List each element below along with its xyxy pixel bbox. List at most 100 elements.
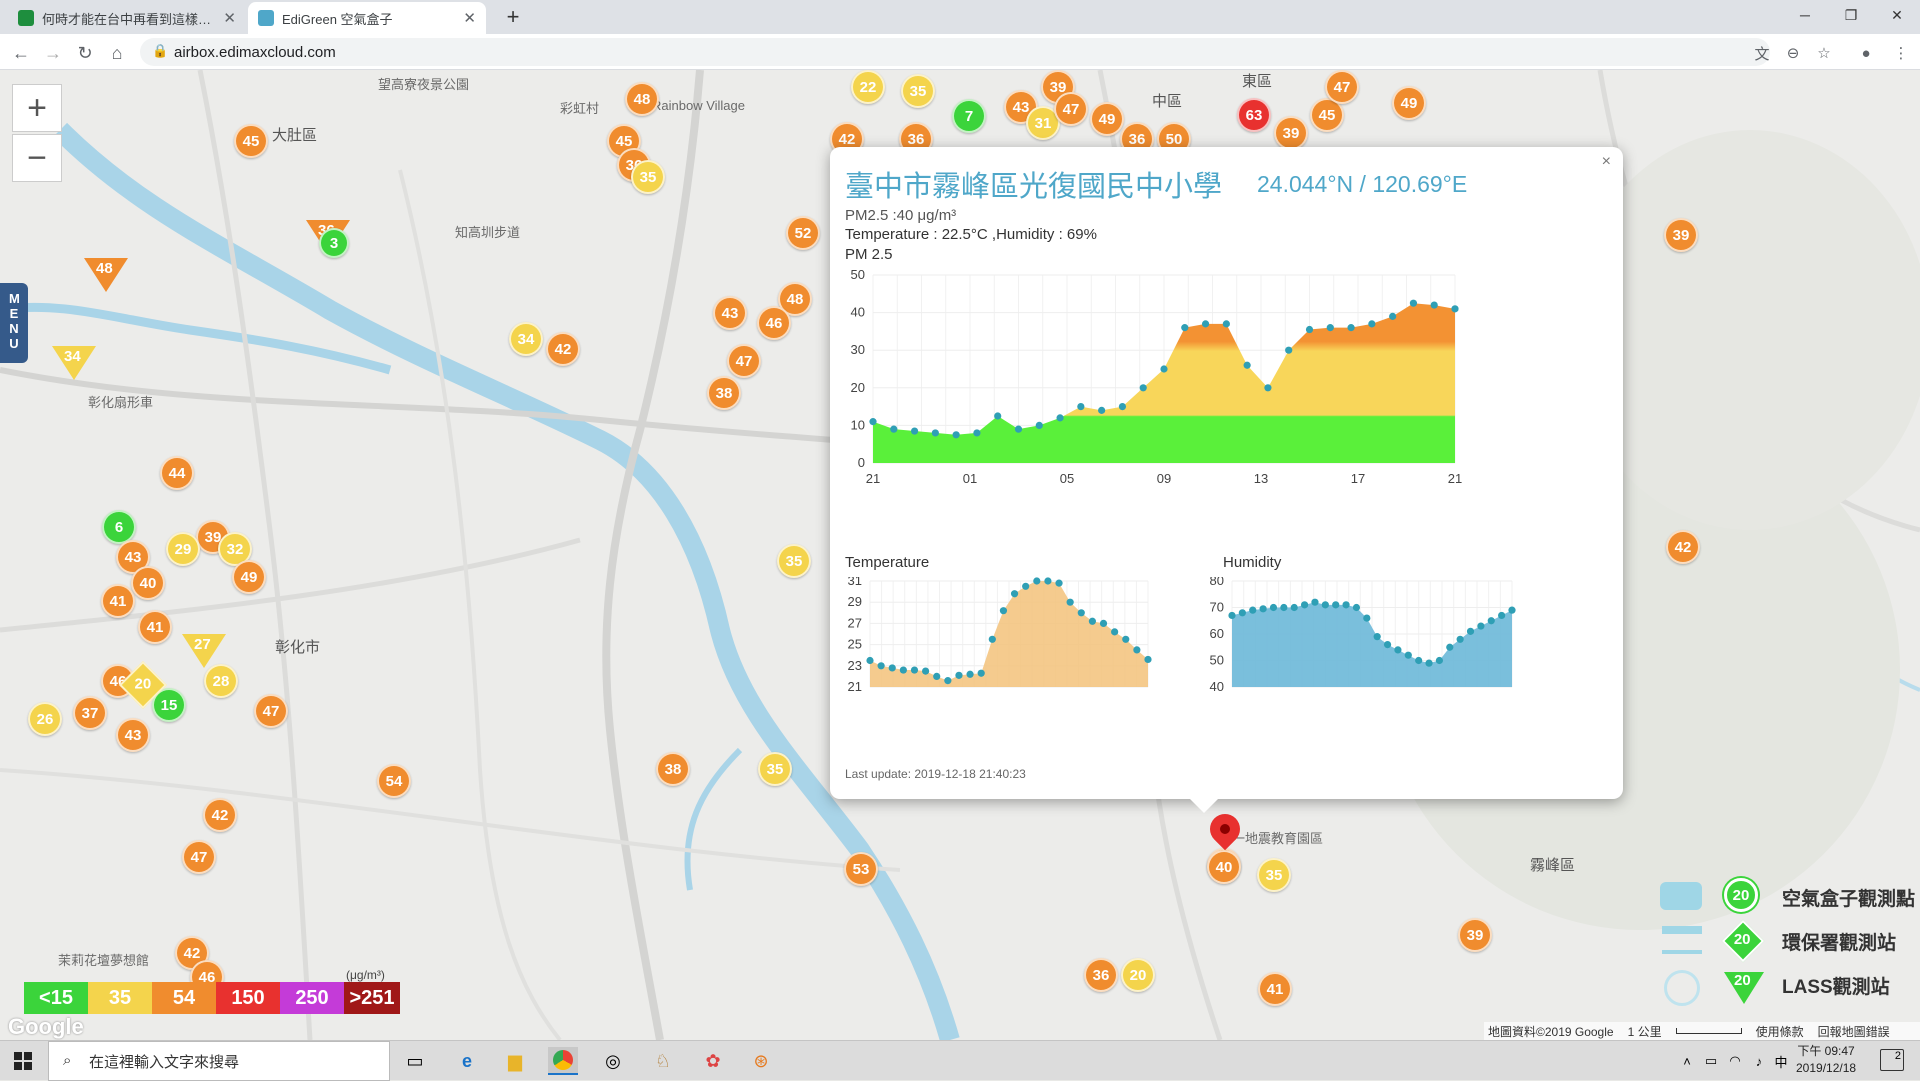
file-explorer-icon[interactable]: ▆: [500, 1047, 530, 1075]
station-marker[interactable]: 35: [777, 544, 811, 578]
app-icon[interactable]: ◎: [598, 1047, 628, 1075]
station-marker[interactable]: 38: [656, 752, 690, 786]
edge-browser-icon[interactable]: e: [452, 1047, 482, 1075]
selected-station-marker[interactable]: 40: [1207, 850, 1241, 884]
humidity-chart-title: Humidity: [1223, 554, 1282, 571]
station-marker[interactable]: 38: [707, 376, 741, 410]
station-marker[interactable]: 29: [166, 532, 200, 566]
popup-close-button[interactable]: ×: [1602, 153, 1611, 171]
station-marker[interactable]: 39: [1664, 218, 1698, 252]
station-marker[interactable]: 34: [509, 322, 543, 356]
windows-start-icon[interactable]: [8, 1047, 38, 1075]
station-marker[interactable]: 40: [131, 566, 165, 600]
url-field[interactable]: 🔒 airbox.edimaxcloud.com: [140, 38, 1770, 66]
ime-indicator[interactable]: 中: [1766, 1047, 1796, 1075]
station-marker[interactable]: 35: [901, 74, 935, 108]
station-marker[interactable]: 39: [1458, 918, 1492, 952]
reload-icon[interactable]: ↻: [72, 40, 98, 66]
station-marker[interactable]: 6: [102, 510, 136, 544]
notification-icon[interactable]: 2: [1880, 1049, 1904, 1071]
lass-triangle-marker[interactable]: 34: [52, 346, 96, 380]
lass-triangle-marker[interactable]: 48: [84, 258, 128, 292]
station-marker[interactable]: 49: [232, 560, 266, 594]
zoom-in-button[interactable]: +: [12, 84, 62, 132]
system-clock[interactable]: 下午 09:47 2019/12/18: [1796, 1043, 1856, 1077]
close-tab-icon[interactable]: ✕: [463, 9, 476, 27]
minimize-icon[interactable]: ─: [1782, 0, 1828, 30]
station-marker[interactable]: 46: [757, 306, 791, 340]
station-marker[interactable]: 48: [625, 82, 659, 116]
station-marker[interactable]: 35: [1257, 858, 1291, 892]
station-marker[interactable]: 43: [713, 296, 747, 330]
forward-arrow-icon[interactable]: →: [40, 40, 66, 66]
station-marker[interactable]: 39: [1274, 116, 1308, 150]
tab-inactive[interactable]: 何時才能在台中再看到這樣的藍天 ✕: [8, 2, 246, 34]
station-marker[interactable]: 35: [631, 160, 665, 194]
station-marker[interactable]: 22: [851, 70, 885, 104]
station-marker[interactable]: 42: [546, 332, 580, 366]
translate-icon[interactable]: 文: [1751, 42, 1773, 64]
station-marker[interactable]: 41: [1258, 972, 1292, 1006]
taskbar-search-input[interactable]: ⌕ 在這裡輸入文字來搜尋: [48, 1041, 390, 1081]
data-point: [1035, 421, 1043, 429]
more-menu-icon[interactable]: ⋮: [1890, 42, 1912, 64]
x-tick-label: 21: [1448, 471, 1462, 486]
station-marker[interactable]: 47: [1054, 92, 1088, 126]
app-icon[interactable]: ✿: [698, 1047, 728, 1075]
zoom-out-button[interactable]: −: [12, 134, 62, 182]
station-marker[interactable]: 54: [377, 764, 411, 798]
station-marker[interactable]: 49: [1090, 102, 1124, 136]
window-close-icon[interactable]: ✕: [1874, 0, 1920, 30]
station-marker[interactable]: 53: [844, 852, 878, 886]
y-tick-label: 50: [1210, 653, 1224, 668]
terms-link[interactable]: 使用條款: [1756, 1023, 1804, 1040]
data-point: [1010, 590, 1019, 598]
new-tab-button[interactable]: +: [490, 2, 536, 32]
back-arrow-icon[interactable]: ←: [8, 40, 34, 66]
station-marker[interactable]: 41: [101, 584, 135, 618]
station-marker[interactable]: 35: [758, 752, 792, 786]
app-icon[interactable]: ⊛: [746, 1047, 776, 1075]
station-marker[interactable]: 49: [1392, 86, 1426, 120]
task-view-icon[interactable]: ▭: [400, 1047, 430, 1075]
station-marker[interactable]: 42: [1666, 530, 1700, 564]
data-point: [1238, 609, 1246, 617]
last-update-text: Last update: 2019-12-18 21:40:23: [845, 767, 1026, 781]
data-point: [1487, 617, 1495, 625]
station-marker[interactable]: 41: [138, 610, 172, 644]
station-marker[interactable]: 44: [160, 456, 194, 490]
pm25-reading: PM2.5 :40 μg/m³: [845, 207, 957, 224]
chrome-icon[interactable]: [548, 1047, 578, 1075]
place-label: Rainbow Village: [652, 98, 745, 113]
data-point: [994, 412, 1002, 420]
home-icon[interactable]: ⌂: [104, 40, 130, 66]
data-point: [1466, 627, 1475, 635]
report-link[interactable]: 回報地圖錯誤: [1818, 1023, 1890, 1040]
account-icon[interactable]: ●: [1855, 42, 1877, 64]
station-marker[interactable]: 37: [73, 696, 107, 730]
station-marker[interactable]: 43: [116, 718, 150, 752]
station-marker[interactable]: 47: [182, 840, 216, 874]
station-marker[interactable]: 47: [254, 694, 288, 728]
station-marker[interactable]: 26: [28, 702, 62, 736]
station-marker[interactable]: 47: [1325, 70, 1359, 104]
station-marker[interactable]: 28: [204, 664, 238, 698]
station-marker[interactable]: 20: [1121, 958, 1155, 992]
station-marker[interactable]: 42: [203, 798, 237, 832]
station-marker[interactable]: 3: [319, 228, 349, 258]
zoom-icon[interactable]: ⊖: [1782, 42, 1804, 64]
station-marker[interactable]: 45: [234, 124, 268, 158]
app-icon[interactable]: ♘: [648, 1047, 678, 1075]
station-marker[interactable]: 36: [1084, 958, 1118, 992]
close-tab-icon[interactable]: ✕: [223, 9, 236, 27]
restore-icon[interactable]: ❐: [1828, 0, 1874, 30]
station-marker[interactable]: 47: [727, 344, 761, 378]
lass-triangle-marker[interactable]: 27: [182, 634, 226, 668]
station-marker[interactable]: 52: [786, 216, 820, 250]
x-tick-label: 21: [866, 471, 880, 486]
menu-tab-button[interactable]: MENU: [0, 283, 28, 363]
station-marker[interactable]: 63: [1237, 98, 1271, 132]
station-marker[interactable]: 7: [952, 99, 986, 133]
tab-active[interactable]: EdiGreen 空氣盒子 ✕: [248, 2, 486, 34]
bookmark-star-icon[interactable]: ☆: [1813, 42, 1835, 64]
